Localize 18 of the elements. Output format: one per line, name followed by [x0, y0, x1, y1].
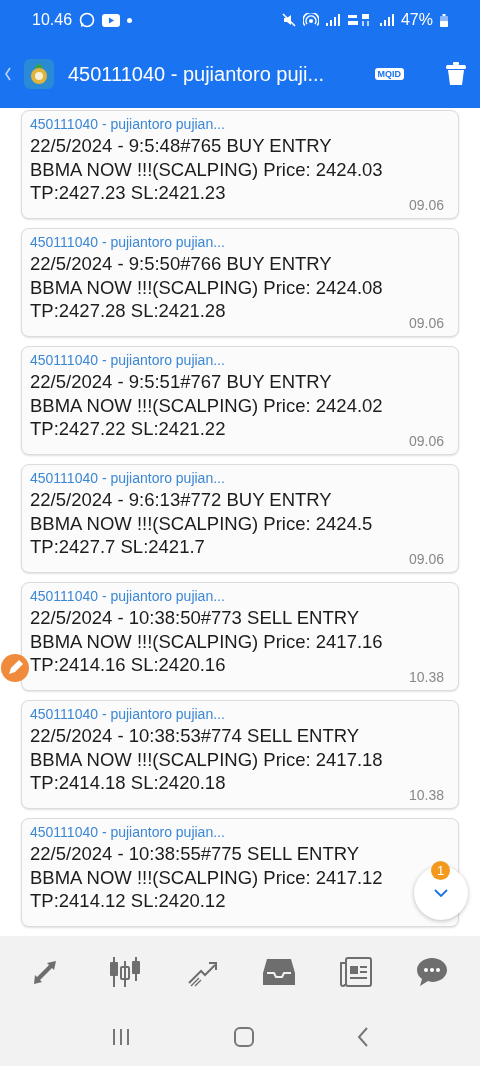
status-time: 10.46	[32, 11, 73, 29]
message-time: 09.06	[408, 551, 444, 567]
message-sender: 450111040 - pujiantoro pujian...	[30, 234, 226, 250]
message-time: 10.38	[408, 669, 444, 685]
message-sender: 450111040 - pujiantoro pujian...	[30, 352, 226, 368]
message-text: 22/5/2024 - 10:38:55#775 SELL ENTRY BBMA NOW !!!(SCALPING) Price: 2417.12 TP:2414.12 SL:2420.12	[30, 842, 384, 913]
battery-percentage: 47%	[400, 11, 433, 29]
chat-title: 450111040 - pujiantoro puji...	[68, 62, 326, 86]
message-time: 09.06	[408, 315, 444, 331]
message-time: 09.06	[408, 433, 444, 449]
message-sender: 450111040 - pujiantoro pujian...	[30, 116, 226, 132]
message-sender: 450111040 - pujiantoro pujian...	[30, 824, 226, 840]
message-sender: 450111040 - pujiantoro pujian...	[30, 470, 226, 486]
message-time: 09.06	[408, 197, 444, 213]
message-sender: 450111040 - pujiantoro pujian...	[30, 588, 226, 604]
message-sender: 450111040 - pujiantoro pujian...	[30, 706, 226, 722]
mqid-badge: MQID	[374, 68, 404, 80]
message-time: 10.38	[408, 787, 444, 803]
